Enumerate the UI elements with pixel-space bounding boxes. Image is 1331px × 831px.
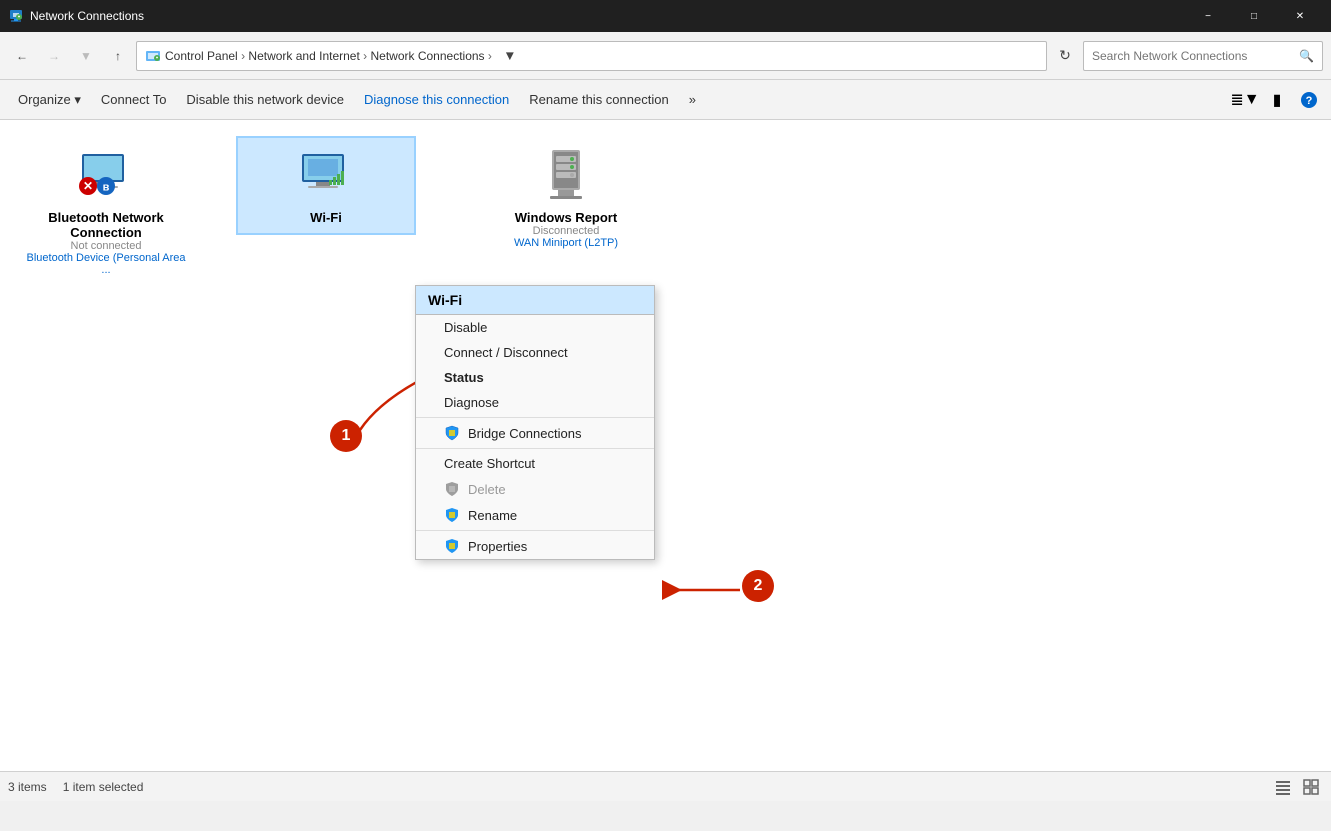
- search-icon: 🔍: [1299, 49, 1314, 63]
- connect-to-button[interactable]: Connect To: [91, 82, 177, 118]
- diagnose-button[interactable]: Diagnose this connection: [354, 82, 519, 118]
- windows-report-name: Windows Report: [514, 210, 618, 225]
- context-menu-disable[interactable]: Disable: [416, 315, 654, 340]
- path-icon: [145, 48, 161, 64]
- rename-label: Rename: [468, 508, 517, 523]
- context-menu-header: Wi-Fi: [416, 286, 654, 315]
- address-path[interactable]: Control Panel › Network and Internet › N…: [136, 41, 1047, 71]
- context-menu-create-shortcut[interactable]: Create Shortcut: [416, 451, 654, 476]
- bluetooth-connection[interactable]: ✕ ʙ Bluetooth Network Connection Not con…: [16, 136, 196, 286]
- shield-icon-rename: [444, 507, 460, 523]
- address-dropdown-button[interactable]: ▼: [496, 42, 524, 70]
- windows-report-status: Disconnected: [514, 225, 618, 237]
- context-menu: Wi-Fi Disable Connect / Disconnect Statu…: [415, 285, 655, 560]
- selected-count: 1 item selected: [63, 780, 144, 794]
- shield-icon-bridge: [444, 425, 460, 441]
- windows-report-icon-area: [526, 146, 606, 206]
- list-view-button[interactable]: [1271, 775, 1295, 799]
- windows-report-info: Windows Report Disconnected WAN Miniport…: [514, 210, 618, 249]
- more-button[interactable]: »: [679, 82, 706, 118]
- window-title: Network Connections: [30, 9, 144, 23]
- app-icon: [8, 8, 24, 24]
- status-bar: 3 items 1 item selected: [0, 771, 1331, 801]
- create-shortcut-label: Create Shortcut: [444, 456, 535, 471]
- disable-device-button[interactable]: Disable this network device: [176, 82, 354, 118]
- context-menu-diagnose[interactable]: Diagnose: [416, 390, 654, 415]
- bridge-label: Bridge Connections: [468, 426, 581, 441]
- detail-view-icon: [1303, 779, 1319, 795]
- context-menu-status[interactable]: Status: [416, 365, 654, 390]
- disable-label: Disable: [444, 320, 487, 335]
- list-view-icon: [1275, 779, 1291, 795]
- help-button[interactable]: ?: [1295, 86, 1323, 114]
- view-toggles: [1271, 775, 1323, 799]
- svg-text:?: ?: [1306, 95, 1313, 107]
- title-bar: Network Connections − □ ✕: [0, 0, 1331, 32]
- path-network-internet: Network and Internet: [248, 49, 359, 63]
- status-info: 3 items 1 item selected: [8, 780, 143, 794]
- address-bar: ← → ▼ ↑ Control Panel › Network and Inte…: [0, 32, 1331, 80]
- windows-report-type: WAN Miniport (L2TP): [514, 237, 618, 249]
- status-label: Status: [444, 370, 484, 385]
- context-menu-properties[interactable]: Properties: [416, 533, 654, 559]
- delete-label: Delete: [468, 482, 506, 497]
- separator-1: [416, 417, 654, 418]
- context-menu-connect-disconnect[interactable]: Connect / Disconnect: [416, 340, 654, 365]
- bluetooth-icon-area: ✕ ʙ: [66, 146, 146, 206]
- computer-icon: ✕ ʙ: [74, 150, 138, 202]
- detail-view-button[interactable]: [1299, 775, 1323, 799]
- item-count: 3 items: [8, 780, 47, 794]
- maximize-button[interactable]: □: [1231, 0, 1277, 32]
- wifi-name: Wi-Fi: [310, 210, 342, 225]
- toolbar: Organize ▾ Connect To Disable this netwo…: [0, 80, 1331, 120]
- shield-icon-properties: [444, 538, 460, 554]
- wifi-icon-area: [286, 146, 366, 206]
- shield-icon-delete: [444, 481, 460, 497]
- help-icon: ?: [1300, 91, 1318, 109]
- svg-text:ʙ: ʙ: [103, 182, 110, 194]
- context-menu-delete[interactable]: Delete: [416, 476, 654, 502]
- window-controls: − □ ✕: [1185, 0, 1323, 32]
- properties-label: Properties: [468, 539, 527, 554]
- search-box: 🔍: [1083, 41, 1323, 71]
- minimize-button[interactable]: −: [1185, 0, 1231, 32]
- connect-disconnect-label: Connect / Disconnect: [444, 345, 568, 360]
- path-network-connections: Network Connections: [371, 49, 485, 63]
- bluetooth-name: Bluetooth Network Connection: [26, 210, 186, 240]
- bluetooth-info: Bluetooth Network Connection Not connect…: [26, 210, 186, 276]
- windows-report-connection[interactable]: Windows Report Disconnected WAN Miniport…: [476, 136, 656, 259]
- separator-3: [416, 530, 654, 531]
- context-menu-rename[interactable]: Rename: [416, 502, 654, 528]
- bluetooth-type: Bluetooth Device (Personal Area ...: [26, 252, 186, 276]
- recent-locations-button[interactable]: ▼: [72, 42, 100, 70]
- forward-button[interactable]: →: [40, 42, 68, 70]
- wifi-computer-icon: [294, 150, 358, 202]
- rename-button[interactable]: Rename this connection: [519, 82, 678, 118]
- context-menu-bridge[interactable]: Bridge Connections: [416, 420, 654, 446]
- bluetooth-status: Not connected: [26, 240, 186, 252]
- server-icon: [542, 146, 590, 206]
- up-button[interactable]: ↑: [104, 42, 132, 70]
- back-button[interactable]: ←: [8, 42, 36, 70]
- path-control-panel: Control Panel: [165, 49, 238, 63]
- diagnose-label: Diagnose: [444, 395, 499, 410]
- main-content: ✕ ʙ Bluetooth Network Connection Not con…: [0, 120, 1331, 801]
- refresh-button[interactable]: ↻: [1051, 42, 1079, 70]
- svg-text:✕: ✕: [83, 179, 93, 193]
- search-input[interactable]: [1092, 49, 1295, 63]
- separator-2: [416, 448, 654, 449]
- wifi-info: Wi-Fi: [310, 210, 342, 225]
- connections-list: ✕ ʙ Bluetooth Network Connection Not con…: [0, 120, 1331, 801]
- organize-button[interactable]: Organize ▾: [8, 82, 91, 118]
- preview-pane-button[interactable]: ▮: [1263, 86, 1291, 114]
- breadcrumb: Control Panel › Network and Internet › N…: [165, 49, 492, 63]
- change-view-button[interactable]: ≣▼: [1231, 86, 1259, 114]
- close-button[interactable]: ✕: [1277, 0, 1323, 32]
- wifi-connection[interactable]: Wi-Fi: [236, 136, 416, 235]
